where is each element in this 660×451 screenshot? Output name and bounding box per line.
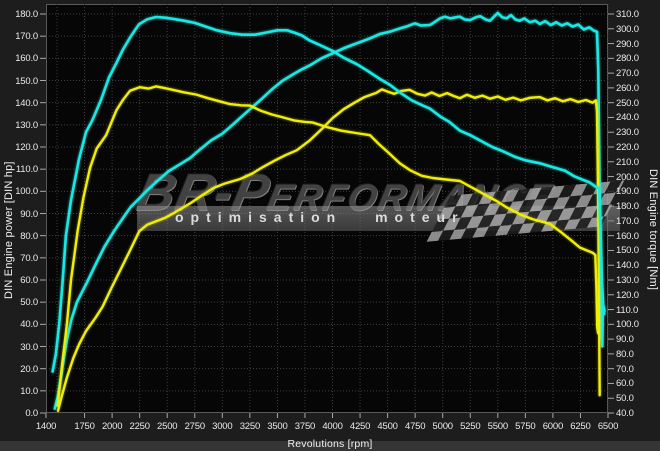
right-axis-tick-label: 220.0 — [616, 142, 639, 153]
left-axis-tick-label: 140.0 — [15, 98, 38, 109]
x-axis-tick-label: 2250 — [129, 421, 149, 432]
right-axis-tick-label: 40.0 — [616, 408, 634, 419]
right-axis-tick-label: 310.0 — [616, 9, 639, 20]
x-axis-tick-label: 5750 — [515, 421, 535, 432]
x-axis-tick-label: 3500 — [267, 421, 287, 432]
left-axis-tick-label: 30.0 — [20, 342, 38, 353]
left-axis-tick-label: 10.0 — [20, 386, 38, 397]
y-axis-title-torque: DIN Engine torque [Nm] — [646, 90, 660, 370]
right-axis-tick-label: 170.0 — [616, 216, 639, 227]
left-axis-tick-label: 160.0 — [15, 53, 38, 64]
left-axis-tick-label: 50.0 — [20, 297, 38, 308]
left-axis-tick-label: 150.0 — [15, 76, 38, 87]
left-axis-tick-label: 110.0 — [16, 164, 38, 175]
left-axis-tick-label: 100.0 — [15, 186, 38, 197]
y-axis-title-power: DIN Engine power [DIN hp] — [1, 40, 17, 420]
x-axis-tick-label: 4500 — [377, 421, 397, 432]
x-axis-tick-label: 4750 — [405, 421, 425, 432]
right-axis-tick-label: 150.0 — [616, 245, 639, 256]
right-axis-tick-label: 210.0 — [616, 157, 639, 168]
x-axis-tick-label: 3250 — [240, 421, 260, 432]
right-axis-tick-label: 130.0 — [616, 275, 639, 286]
left-axis-tick-label: 40.0 — [20, 319, 38, 330]
x-axis-tick-label: 6500 — [598, 421, 618, 432]
right-axis-tick-label: 160.0 — [616, 231, 639, 242]
right-axis-tick-label: 120.0 — [616, 290, 639, 301]
right-axis-tick-label: 290.0 — [616, 39, 639, 50]
x-axis-tick-label: 5000 — [433, 421, 453, 432]
right-axis-tick-label: 90.0 — [616, 334, 634, 345]
right-axis-tick-label: 300.0 — [616, 24, 639, 35]
right-axis-tick-label: 250.0 — [616, 98, 639, 109]
x-axis-tick-label: 4250 — [350, 421, 370, 432]
x-axis-tick-label: 3000 — [212, 421, 232, 432]
x-axis-tick-label: 4000 — [322, 421, 342, 432]
x-axis-tick-label: 2000 — [102, 421, 122, 432]
right-axis-tick-label: 60.0 — [616, 378, 634, 389]
x-axis-tick-label: 2500 — [157, 421, 177, 432]
x-axis-tick-label: 5500 — [488, 421, 508, 432]
right-axis-tick-label: 100.0 — [616, 319, 639, 330]
left-axis-tick-label: 90.0 — [20, 209, 38, 220]
right-axis-tick-label: 50.0 — [616, 393, 634, 404]
right-axis-tick-label: 230.0 — [616, 127, 639, 138]
right-axis-tick-label: 240.0 — [616, 112, 639, 123]
watermark-subtitle: optimisation moteur — [175, 209, 465, 225]
right-axis-tick-label: 200.0 — [616, 172, 639, 183]
left-axis-tick-label: 120.0 — [15, 142, 38, 153]
dyno-chart: BR-PERFORMANCE optimisation moteur 0.0 10… — [0, 0, 660, 451]
left-axis-tick-label: 70.0 — [20, 253, 38, 264]
watermark: BR-PERFORMANCE optimisation moteur — [0, 0, 660, 451]
x-axis-tick-label: 6000 — [543, 421, 563, 432]
right-axis-tick-label: 260.0 — [616, 83, 639, 94]
left-axis-tick-label: 80.0 — [20, 231, 38, 242]
left-axis-tick-label: 130.0 — [15, 120, 38, 131]
right-axis-tick-label: 140.0 — [616, 260, 639, 271]
right-axis-tick-label: 270.0 — [616, 68, 639, 79]
x-axis-tick-label: 2750 — [185, 421, 205, 432]
right-axis-tick-label: 110.0 — [616, 305, 638, 316]
x-axis-tick-label: 1400 — [36, 421, 56, 432]
right-axis-tick-label: 280.0 — [616, 53, 639, 64]
x-axis-title: Revolutions [rpm] — [0, 438, 660, 450]
right-axis-tick-label: 180.0 — [616, 201, 639, 212]
left-axis-tick-label: 60.0 — [20, 275, 38, 286]
x-axis-tick-label: 5250 — [460, 421, 480, 432]
left-axis-tick-label: 180.0 — [15, 9, 38, 20]
right-axis-tick-label: 70.0 — [616, 364, 634, 375]
x-axis-tick-label: 3750 — [295, 421, 315, 432]
left-axis-tick-label: 170.0 — [15, 31, 38, 42]
x-axis-tick-label: 6250 — [570, 421, 590, 432]
left-axis-tick-label: 0.0 — [25, 408, 38, 419]
x-axis-tick-label: 1750 — [74, 421, 94, 432]
left-axis-tick-label: 20.0 — [20, 364, 38, 375]
right-axis-tick-label: 80.0 — [616, 349, 634, 360]
right-axis-tick-label: 190.0 — [616, 186, 639, 197]
